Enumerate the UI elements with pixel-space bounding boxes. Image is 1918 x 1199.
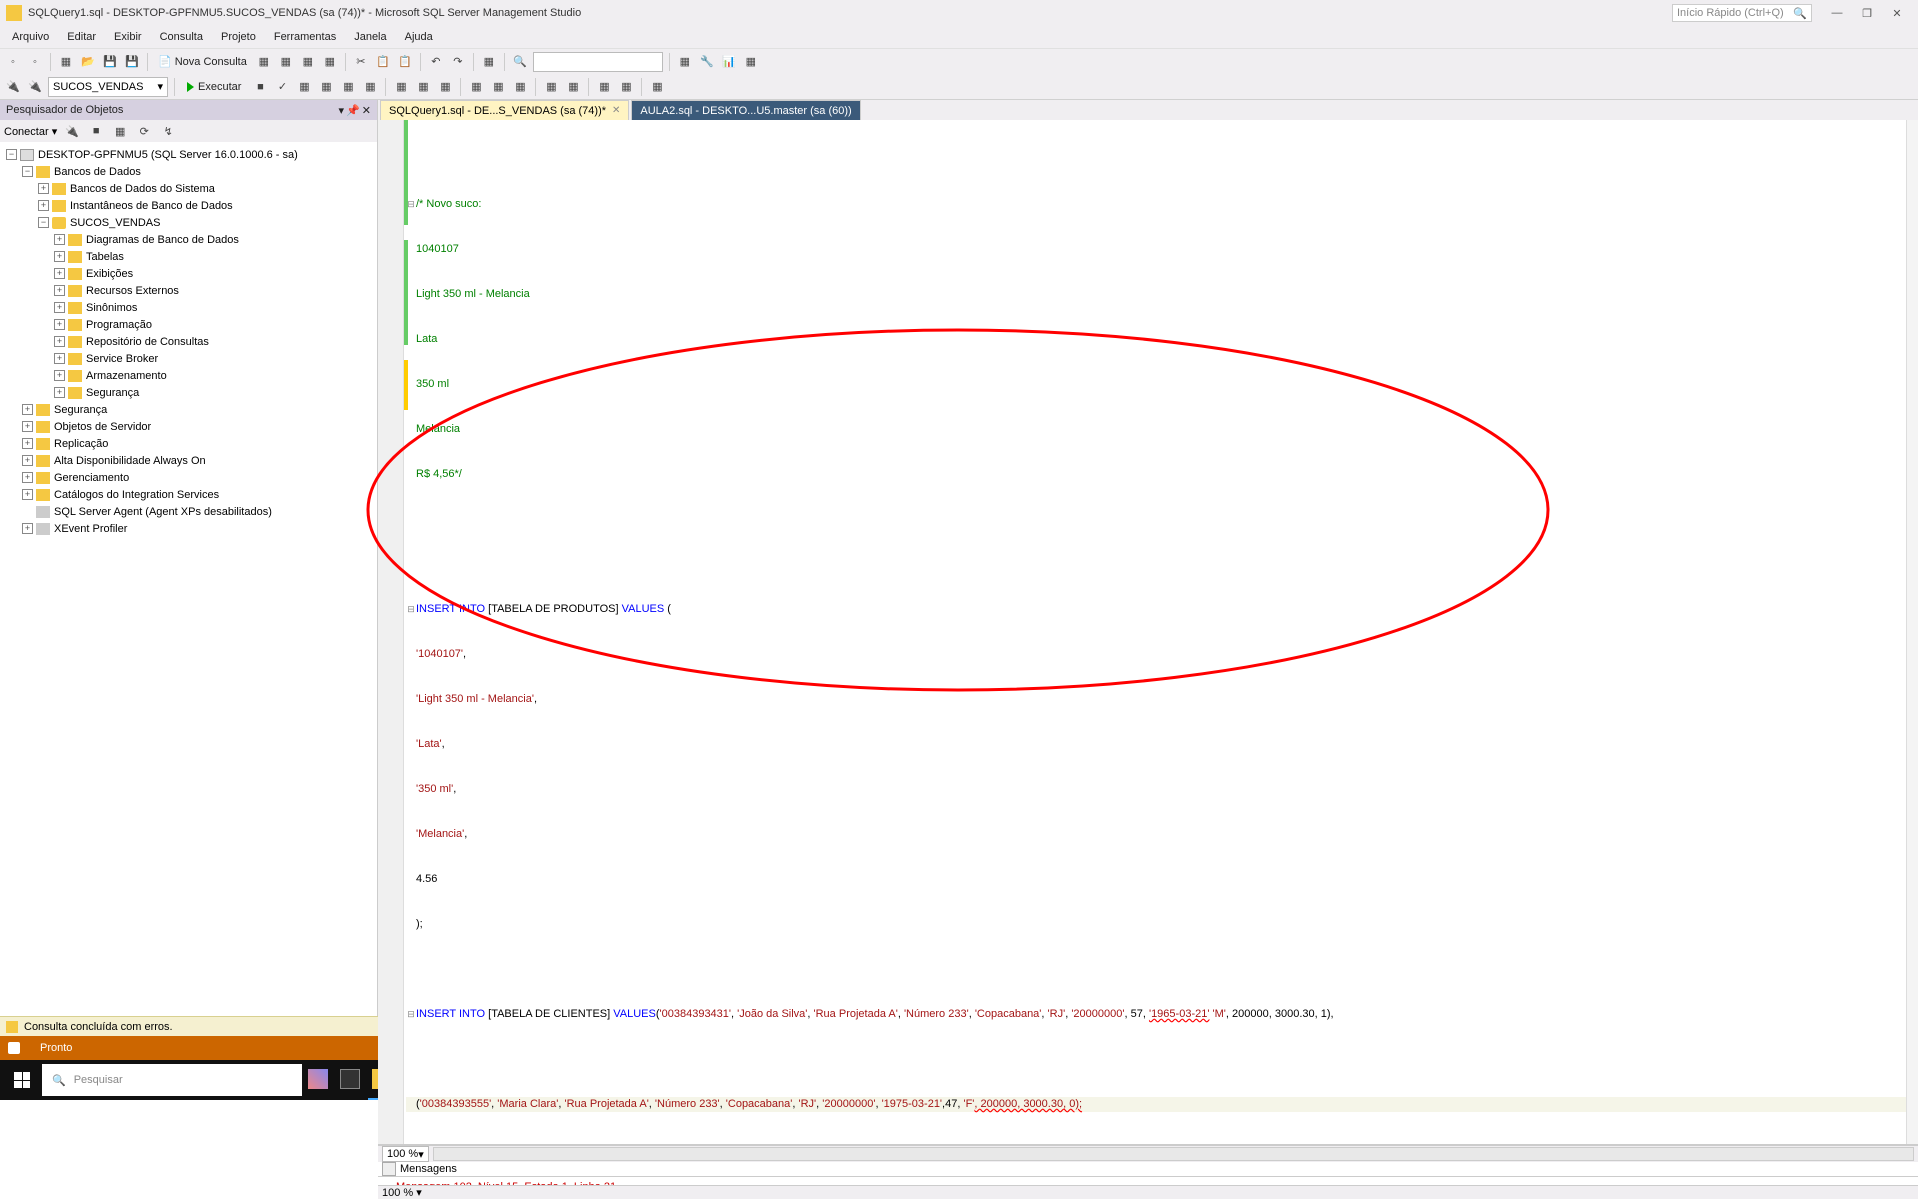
plan2-icon[interactable]: ▦ (317, 78, 335, 96)
registered-servers-icon[interactable]: ▦ (676, 53, 694, 71)
stop2-icon[interactable]: ↯ (159, 122, 177, 140)
stats3-icon[interactable]: ▦ (436, 78, 454, 96)
ready-icon (8, 1042, 20, 1054)
query2-icon[interactable]: ▦ (277, 53, 295, 71)
executar-button[interactable]: Executar (181, 81, 247, 93)
options-icon[interactable]: ▦ (361, 78, 379, 96)
fwd-icon[interactable]: ◦ (26, 53, 44, 71)
query4-icon[interactable]: ▦ (321, 53, 339, 71)
plan-icon[interactable]: ▦ (295, 78, 313, 96)
toolbar-main: ◦ ◦ ▦ 📂 💾 💾 📄Nova Consulta ▦ ▦ ▦ ▦ ✂ 📋 📋… (0, 48, 1918, 74)
menu-ajuda[interactable]: Ajuda (397, 29, 441, 45)
comment-icon[interactable]: ▦ (542, 78, 560, 96)
horizontal-scrollbar[interactable] (433, 1147, 1914, 1161)
start-button[interactable] (2, 1060, 42, 1100)
database-selector[interactable]: SUCOS_VENDAS▾ (48, 77, 168, 97)
warning-icon (6, 1021, 18, 1033)
close-button[interactable]: ✕ (1882, 3, 1912, 23)
document-tabs: SQLQuery1.sql - DE...S_VENDAS (sa (74))*… (378, 100, 1918, 120)
app-icon (6, 5, 22, 21)
close-tab-icon[interactable]: ✕ (612, 105, 620, 116)
refresh-icon[interactable]: ⟳ (135, 122, 153, 140)
window-title: SQLQuery1.sql - DESKTOP-GPFNMU5.SUCOS_VE… (28, 7, 581, 19)
maximize-button[interactable]: ❐ (1852, 3, 1882, 23)
menu-janela[interactable]: Janela (346, 29, 394, 45)
template-icon[interactable]: ▦ (742, 53, 760, 71)
search-icon: 🔍 (52, 1074, 66, 1087)
tab-aula2[interactable]: AULA2.sql - DESKTO...U5.master (sa (60)) (631, 100, 860, 120)
quick-launch-input[interactable]: Início Rápido (Ctrl+Q) 🔍 (1672, 4, 1812, 22)
undo-icon[interactable]: ↶ (427, 53, 445, 71)
editor-area: SQLQuery1.sql - DE...S_VENDAS (sa (74))*… (378, 100, 1918, 1016)
messages-icon (382, 1162, 396, 1176)
stop-icon[interactable]: ■ (251, 78, 269, 96)
object-explorer-panel: Pesquisador de Objetos ▾ 📌 ✕ Conectar ▾ … (0, 100, 378, 1016)
save-all-icon[interactable]: 💾 (123, 53, 141, 71)
task-view2-icon[interactable] (336, 1060, 364, 1100)
stats2-icon[interactable]: ▦ (414, 78, 432, 96)
open-icon[interactable]: 📂 (79, 53, 97, 71)
menu-exibir[interactable]: Exibir (106, 29, 150, 45)
menu-editar[interactable]: Editar (59, 29, 104, 45)
code-editor[interactable]: ⊟/* Novo suco: 1040107 Light 350 ml - Me… (378, 120, 1918, 1145)
zoom-dropdown[interactable]: 100 % ▾ (382, 1146, 429, 1162)
object-explorer-tree[interactable]: −DESKTOP-GPFNMU5 (SQL Server 16.0.1000.6… (0, 142, 377, 1016)
disconnect-icon[interactable]: 🔌 (63, 122, 81, 140)
redo-icon[interactable]: ↷ (449, 53, 467, 71)
grid-icon[interactable]: ▦ (480, 53, 498, 71)
messages-panel[interactable]: Mensagem 102, Nível 15, Estado 1, Linha … (378, 1177, 1918, 1185)
pin-icon[interactable]: 📌 (346, 104, 360, 117)
nova-consulta-button[interactable]: 📄Nova Consulta (154, 55, 251, 68)
new-project-icon[interactable]: ▦ (57, 53, 75, 71)
zoom2-dropdown[interactable]: 100 % ▾ (382, 1186, 422, 1199)
filter-icon[interactable]: ▦ (111, 122, 129, 140)
query-icon[interactable]: ▦ (255, 53, 273, 71)
messages-zoom-bar: 100 % ▾ (378, 1185, 1918, 1199)
connect-button[interactable]: Conectar ▾ (4, 125, 57, 138)
stats-icon[interactable]: ▦ (392, 78, 410, 96)
results-file-icon[interactable]: ▦ (511, 78, 529, 96)
search-icon: 🔍 (1793, 7, 1807, 20)
cut-icon[interactable]: ✂ (352, 53, 370, 71)
copy-icon[interactable]: 📋 (374, 53, 392, 71)
object-explorer-toolbar: Conectar ▾ 🔌 ■ ▦ ⟳ ↯ (0, 120, 377, 142)
parse-icon[interactable]: ✓ (273, 78, 291, 96)
menubar: Arquivo Editar Exibir Consulta Projeto F… (0, 26, 1918, 48)
find-icon[interactable]: 🔍 (511, 53, 529, 71)
menu-projeto[interactable]: Projeto (213, 29, 264, 45)
editor-zoom-bar: 100 % ▾ (378, 1145, 1918, 1162)
task-view-icon[interactable] (304, 1060, 332, 1100)
menu-consulta[interactable]: Consulta (152, 29, 211, 45)
menu-ferramentas[interactable]: Ferramentas (266, 29, 344, 45)
messages-tab[interactable]: Mensagens (400, 1163, 457, 1175)
titlebar: SQLQuery1.sql - DESKTOP-GPFNMU5.SUCOS_VE… (0, 0, 1918, 26)
object-explorer-header: Pesquisador de Objetos ▾ 📌 ✕ (0, 100, 377, 120)
plan3-icon[interactable]: ▦ (339, 78, 357, 96)
search-dropdown[interactable] (533, 52, 663, 72)
query3-icon[interactable]: ▦ (299, 53, 317, 71)
dropdown-icon[interactable]: ▾ (339, 104, 345, 117)
change-conn-icon[interactable]: 🔌 (26, 78, 44, 96)
stop-icon[interactable]: ■ (87, 122, 105, 140)
wrench-icon[interactable]: 🔧 (698, 53, 716, 71)
indent-icon[interactable]: ▦ (595, 78, 613, 96)
results-text-icon[interactable]: ▦ (489, 78, 507, 96)
tab-sqlquery1[interactable]: SQLQuery1.sql - DE...S_VENDAS (sa (74))*… (380, 100, 629, 120)
toolbar-sql: 🔌 🔌 SUCOS_VENDAS▾ Executar ■ ✓ ▦ ▦ ▦ ▦ ▦… (0, 74, 1918, 100)
minimap[interactable] (1906, 120, 1918, 1144)
activity-icon[interactable]: 📊 (720, 53, 738, 71)
close-panel-icon[interactable]: ✕ (362, 104, 371, 117)
messages-tab-bar: Mensagens (378, 1162, 1918, 1177)
connect-icon[interactable]: 🔌 (4, 78, 22, 96)
specify-values-icon[interactable]: ▦ (648, 78, 666, 96)
back-icon[interactable]: ◦ (4, 53, 22, 71)
results-grid-icon[interactable]: ▦ (467, 78, 485, 96)
uncomment-icon[interactable]: ▦ (564, 78, 582, 96)
minimize-button[interactable]: — (1822, 3, 1852, 23)
paste-icon[interactable]: 📋 (396, 53, 414, 71)
save-icon[interactable]: 💾 (101, 53, 119, 71)
menu-arquivo[interactable]: Arquivo (4, 29, 57, 45)
taskbar-search[interactable]: 🔍Pesquisar (42, 1064, 302, 1096)
outdent-icon[interactable]: ▦ (617, 78, 635, 96)
